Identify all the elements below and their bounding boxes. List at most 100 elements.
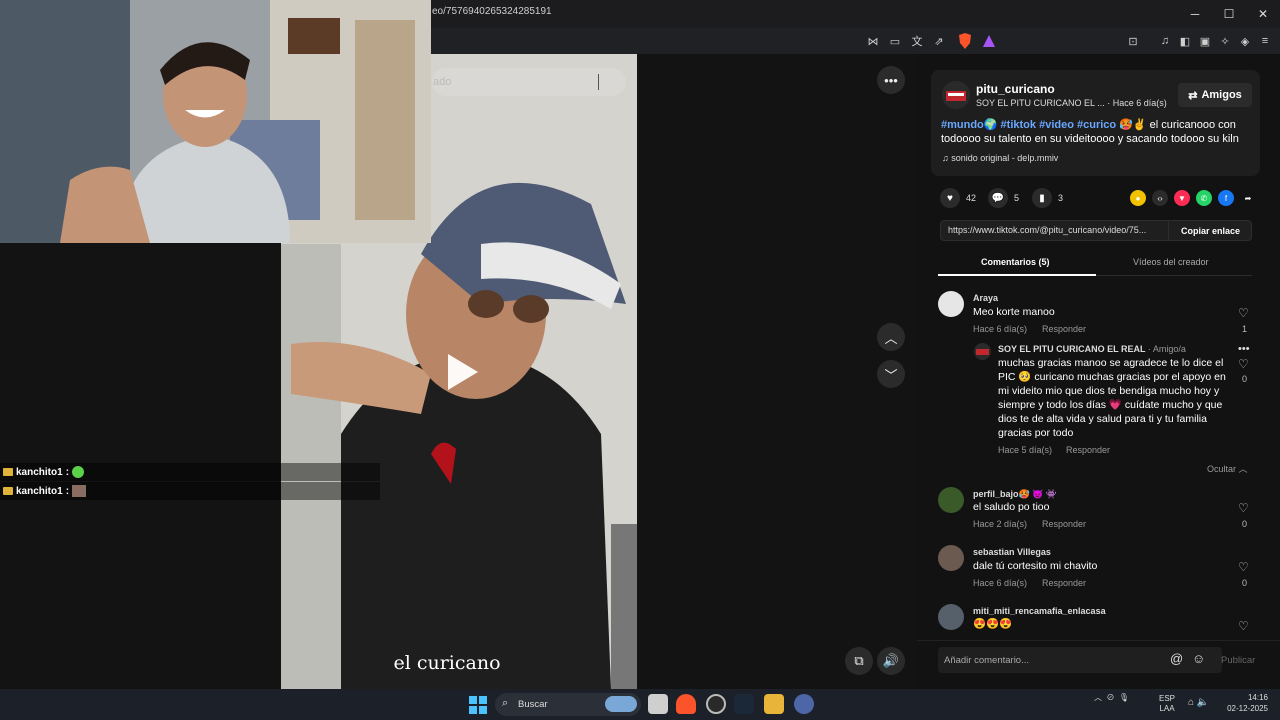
comment-action[interactable]: 💬 5	[988, 188, 1019, 208]
search-highlight-icon[interactable]	[605, 696, 637, 712]
tab-creator-videos[interactable]: Vídeos del creador	[1133, 257, 1209, 267]
windows-start-icon[interactable]	[469, 696, 487, 714]
hashtag[interactable]: #curico	[1077, 119, 1116, 131]
language-indicator[interactable]: ESP LAA	[1159, 694, 1175, 714]
taskbar-search-label[interactable]: Buscar	[518, 699, 548, 710]
heart-icon[interactable]: ♡	[1238, 619, 1249, 633]
clock-date: 02-12-2025	[1227, 704, 1268, 713]
coin-icon[interactable]: ●	[1130, 190, 1146, 206]
steam-icon[interactable]	[734, 694, 754, 714]
url-text[interactable]: eo/7576940265324285191	[432, 6, 552, 17]
vpn-icon[interactable]: ◈	[1236, 32, 1254, 50]
file-explorer-icon[interactable]	[764, 694, 784, 714]
reply-button[interactable]: Responder	[1042, 519, 1086, 529]
next-video-button[interactable]: ﹀	[877, 360, 905, 388]
creator-username[interactable]: pitu_curicano	[976, 82, 1055, 96]
volume-icon[interactable]: 🔊	[877, 647, 905, 675]
reply-author-name[interactable]: SOY EL PITU CURICANO EL REAL	[998, 344, 1145, 354]
obs-icon[interactable]	[706, 694, 726, 714]
wallet-icon[interactable]: ▣	[1196, 32, 1214, 50]
bookmark-icon[interactable]: ▮	[1032, 188, 1052, 208]
comment-like-count: 0	[1242, 374, 1248, 384]
clock[interactable]: 14:16 02-12-2025	[1220, 692, 1268, 714]
brave-browser-icon[interactable]	[676, 694, 696, 714]
sound-link[interactable]: ♫ sonido original - delp.mmiv	[942, 153, 1058, 163]
play-icon[interactable]	[440, 350, 484, 394]
comment-placeholder[interactable]: Añadir comentario...	[944, 655, 1029, 666]
share-icon[interactable]: ⇗	[930, 32, 948, 50]
comment-author[interactable]: perfil_bajo🥵 👿 👾	[973, 489, 1057, 500]
comment-author[interactable]: sebastian Villegas	[973, 547, 1051, 557]
reply-button[interactable]: Responder	[1042, 324, 1086, 334]
leo-ai-icon[interactable]: ✧	[1216, 32, 1234, 50]
creator-avatar[interactable]	[942, 81, 970, 109]
language-icon[interactable]: 文	[908, 32, 926, 50]
like-action[interactable]: ♥ 42	[940, 188, 976, 208]
avatar[interactable]	[938, 291, 964, 317]
facebook-icon[interactable]: f	[1218, 190, 1234, 206]
heart-icon[interactable]: ♡	[1238, 501, 1249, 515]
avatar[interactable]	[974, 343, 991, 360]
comment-time: Hace 2 día(s)	[973, 519, 1028, 529]
network-icon[interactable]: ⌂ 🔈	[1188, 697, 1209, 708]
more-options-icon[interactable]: •••	[1238, 343, 1250, 355]
mention-icon[interactable]: @	[1170, 651, 1183, 666]
brave-rewards-icon[interactable]	[980, 32, 998, 50]
reply-button[interactable]: Responder	[1042, 578, 1086, 588]
publish-button[interactable]: Publicar	[1221, 655, 1255, 666]
friends-button[interactable]: ⇄ Amigos	[1178, 83, 1252, 107]
reply-text: muchas gracias manoo se agradece te lo d…	[998, 357, 1226, 439]
sound-label: sonido original - delp.mmiv	[951, 153, 1059, 163]
settings-icon[interactable]	[794, 694, 814, 714]
emote-icon	[72, 466, 85, 478]
avatar[interactable]	[938, 545, 964, 571]
hashtag[interactable]: #video	[1039, 119, 1074, 131]
search-icon[interactable]: ⌕	[598, 74, 616, 90]
comment-author[interactable]: miti_miti_rencamafia_enlacasa	[973, 606, 1106, 616]
cast-icon[interactable]: ▭	[886, 32, 904, 50]
heart-icon[interactable]: ♡	[1238, 357, 1249, 371]
copy-link-button[interactable]: Copiar enlace	[1168, 220, 1252, 241]
task-view-icon[interactable]	[648, 694, 668, 714]
link-text[interactable]: https://www.tiktok.com/@pitu_curicano/vi…	[948, 225, 1146, 235]
screenshot-icon[interactable]: ⊡	[1124, 32, 1142, 50]
like-count: 42	[966, 193, 977, 203]
close-icon[interactable]: ✕	[1246, 0, 1280, 28]
system-tray[interactable]: ︿ ⊘ 🎙	[1094, 692, 1129, 703]
hashtag[interactable]: #mundo	[941, 119, 984, 131]
search-input[interactable]: ado	[433, 76, 451, 88]
maximize-icon[interactable]: ☐	[1212, 0, 1246, 28]
search-box[interactable]	[432, 68, 626, 96]
creator-subline: SOY EL PITU CURICANO EL ... · Hace 6 día…	[976, 98, 1167, 108]
media-icon[interactable]: ♫	[1156, 32, 1174, 50]
avatar[interactable]	[938, 604, 964, 630]
send-icon[interactable]: ▼	[1174, 190, 1190, 206]
more-options-icon[interactable]: •••	[877, 66, 905, 94]
comment-icon[interactable]: 💬	[988, 188, 1008, 208]
emoji-icon[interactable]: ☺	[1192, 651, 1205, 666]
brave-shield-icon[interactable]	[956, 32, 974, 50]
miniplayer-icon[interactable]: ⧉	[845, 647, 873, 675]
embed-icon[interactable]: ‹›	[1152, 190, 1168, 206]
chat-username: kanchito1	[16, 466, 63, 478]
heart-icon[interactable]: ♡	[1238, 560, 1249, 574]
translate-icon[interactable]: ⋈	[864, 32, 882, 50]
share-arrow-icon[interactable]: ➦	[1240, 190, 1256, 206]
menu-icon[interactable]: ≡	[1256, 32, 1274, 50]
heart-icon[interactable]: ♡	[1238, 306, 1249, 320]
post-time: · Hace 6 día(s)	[1107, 98, 1167, 108]
hide-replies-button[interactable]: Ocultar ︿	[1207, 462, 1248, 475]
post-actions: ♥ 42 💬 5 ▮ 3 ● ‹› ▼ ✆ f ➦	[940, 188, 1260, 208]
heart-icon[interactable]: ♥	[940, 188, 960, 208]
save-action[interactable]: ▮ 3	[1032, 188, 1063, 208]
hashtag[interactable]: #tiktok	[1001, 119, 1036, 131]
minimize-icon[interactable]: ─	[1178, 0, 1212, 28]
whatsapp-icon[interactable]: ✆	[1196, 190, 1212, 206]
tab-comments[interactable]: Comentarios (5)	[981, 257, 1050, 267]
comment-author[interactable]: Araya	[973, 293, 998, 303]
chat-separator: :	[65, 485, 70, 497]
sidebar-icon[interactable]: ◧	[1176, 32, 1194, 50]
previous-video-button[interactable]: ︿	[877, 323, 905, 351]
reply-button[interactable]: Responder	[1066, 445, 1110, 455]
avatar[interactable]	[938, 487, 964, 513]
